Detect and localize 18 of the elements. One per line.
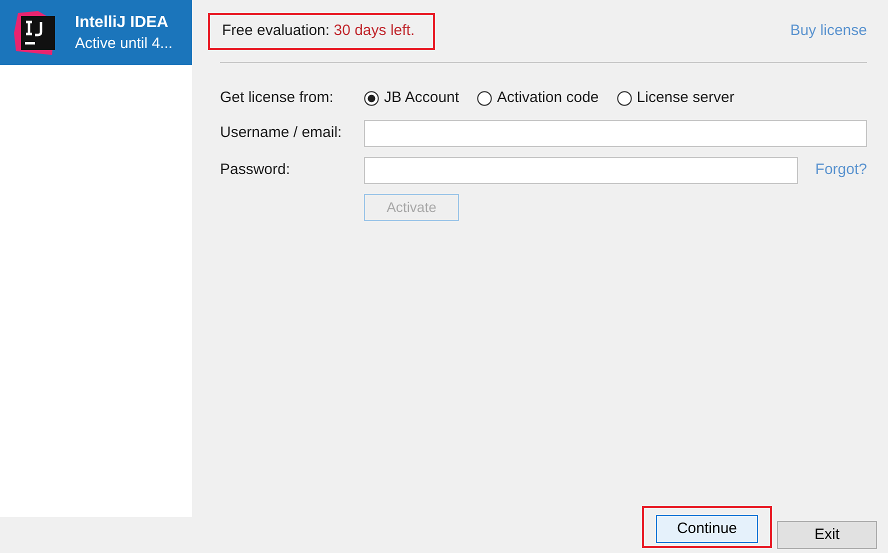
product-item[interactable]: IntelliJ IDEA Active until 4... <box>0 0 192 65</box>
license-source-radio[interactable]: JB Account <box>364 87 460 110</box>
evaluation-text: Free evaluation: 30 days left. <box>222 21 415 42</box>
radio-icon <box>477 90 492 106</box>
license-status: Active until 4... <box>75 34 173 54</box>
app-logo-icon <box>14 10 55 54</box>
license-source-radio[interactable]: Activation code <box>477 87 599 110</box>
password-field[interactable] <box>364 156 798 184</box>
radio-icon <box>364 90 379 106</box>
license-source-radio[interactable]: License server <box>616 87 734 110</box>
dialog-button[interactable]: Exit <box>777 521 877 549</box>
field-label: Get license from: <box>220 88 334 108</box>
field-label: Username / email: <box>220 122 343 143</box>
field-label: Password: <box>220 160 292 180</box>
radio-icon <box>616 90 632 106</box>
username-field[interactable] <box>364 120 867 146</box>
product-name: IntelliJ IDEA <box>75 12 170 32</box>
dialog-button[interactable]: Continue <box>656 515 758 543</box>
